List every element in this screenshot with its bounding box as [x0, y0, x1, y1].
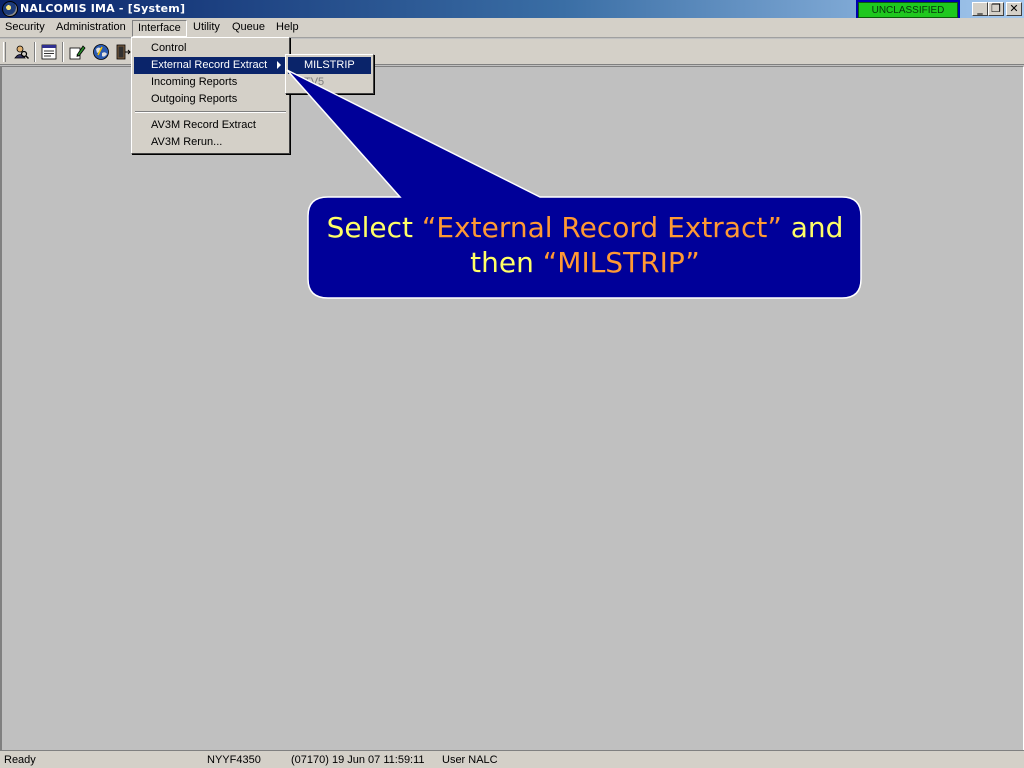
status-datetime: (07170) 19 Jun 07 11:59:11	[291, 754, 425, 766]
menu-item-label: AV3M Rerun...	[151, 136, 223, 148]
menu-queue[interactable]: Queue	[227, 20, 270, 37]
menu-separator	[135, 111, 286, 113]
menu-item-label: AV3M Record Extract	[151, 119, 256, 131]
workspace-area	[0, 66, 1024, 750]
title-bar[interactable]: NALCOMIS IMA - [System] UNCLASSIFIED _ ❐…	[0, 0, 1024, 20]
terminal-id: NYYF4350	[207, 754, 261, 766]
toolbar-grip[interactable]	[3, 42, 6, 62]
submenu-item-label: TV5	[304, 76, 325, 88]
callout-highlight-milstrip: “MILSTRIP”	[542, 246, 700, 279]
close-button[interactable]: ✕	[1006, 2, 1022, 16]
menu-help[interactable]: Help	[271, 20, 304, 37]
menu-item-label: External Record Extract	[151, 59, 268, 71]
status-user: User NALC	[442, 754, 498, 766]
minimize-button[interactable]: _	[972, 2, 988, 16]
search-person-icon[interactable]	[12, 43, 30, 61]
interface-menu: Control External Record Extract Incoming…	[131, 37, 290, 154]
menu-bar: Security Administration Interface Utilit…	[0, 18, 1024, 38]
external-record-extract-submenu: MILSTRIP TV5	[285, 54, 374, 94]
menu-security[interactable]: Security	[0, 20, 50, 37]
toolbar-separator	[62, 42, 64, 62]
toolbar-separator	[34, 42, 36, 62]
menu-item-av3m-record-extract[interactable]: AV3M Record Extract	[134, 117, 287, 134]
menu-administration[interactable]: Administration	[51, 20, 131, 37]
submenu-item-milstrip[interactable]: MILSTRIP	[288, 57, 371, 74]
window-title: NALCOMIS IMA - [System]	[20, 2, 186, 15]
submenu-arrow-icon	[277, 61, 281, 69]
menu-item-control[interactable]: Control	[134, 40, 287, 57]
menu-item-incoming-reports[interactable]: Incoming Reports	[134, 74, 287, 91]
callout-text-part: Select	[326, 211, 422, 244]
classification-label: UNCLASSIFIED	[858, 2, 958, 18]
report-icon[interactable]	[40, 43, 58, 61]
classification-banner: UNCLASSIFIED	[856, 0, 960, 20]
status-bar: Ready NYYF4350 (07170) 19 Jun 07 11:59:1…	[0, 750, 1024, 768]
app-icon	[2, 1, 18, 17]
menu-item-av3m-rerun[interactable]: AV3M Rerun...	[134, 134, 287, 151]
submenu-item-label: MILSTRIP	[304, 59, 355, 71]
menu-utility[interactable]: Utility	[188, 20, 225, 37]
menu-interface[interactable]: Interface	[132, 20, 187, 37]
menu-item-external-record-extract[interactable]: External Record Extract	[134, 57, 287, 74]
restore-button[interactable]: ❐	[988, 2, 1004, 16]
exit-door-icon[interactable]	[114, 43, 132, 61]
callout-highlight-external-record-extract: “External Record Extract”	[421, 211, 782, 244]
menu-item-label: Outgoing Reports	[151, 93, 238, 105]
status-text: Ready	[4, 754, 36, 766]
edit-icon[interactable]	[68, 43, 86, 61]
menu-item-outgoing-reports[interactable]: Outgoing Reports	[134, 91, 287, 108]
submenu-item-tv5[interactable]: TV5	[288, 74, 371, 91]
menu-item-label: Control	[151, 42, 187, 54]
callout-text: Select “External Record Extract” and the…	[310, 210, 860, 280]
menu-item-label: Incoming Reports	[151, 76, 238, 88]
globe-icon[interactable]	[92, 43, 110, 61]
